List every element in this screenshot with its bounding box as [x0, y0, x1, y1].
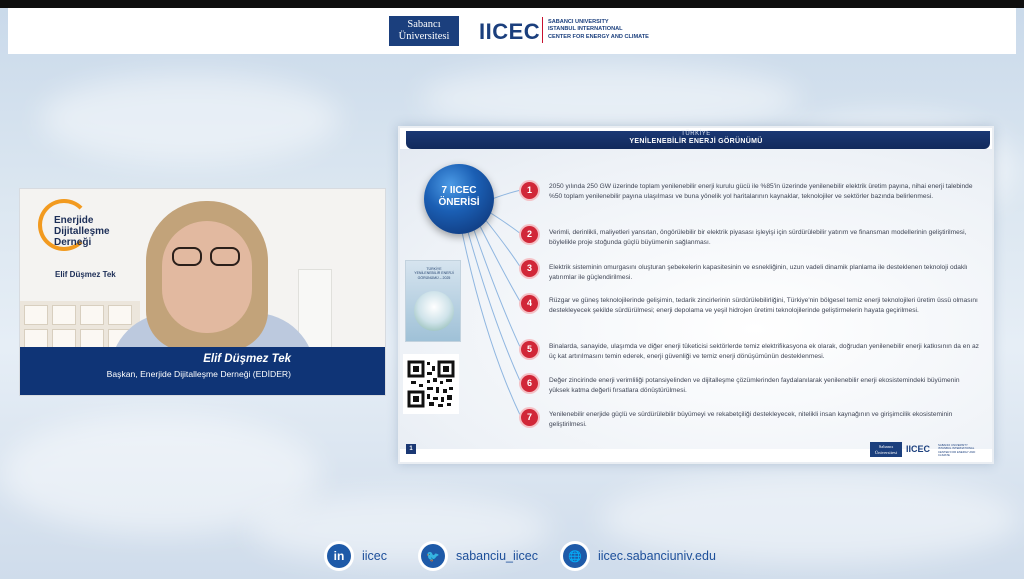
slide-footer-logos: Sabancı Üniversitesi IICEC SABANCI UNIVE…	[870, 442, 985, 458]
recommendation-text: Rüzgar ve güneş teknolojilerinde gelişim…	[549, 297, 978, 314]
slide-iicec-subtitle: SABANCI UNIVERSITY ISTANBUL INTERNATIONA…	[938, 443, 985, 458]
report-cover: TÜRKİYE YENİLENEBİLİR ENERJİ GÖRÜNÜMÜ – …	[405, 260, 461, 342]
slide-sabanci-logo: Sabancı Üniversitesi	[870, 442, 902, 457]
recommendation-text: 2050 yılında 250 GW üzerinde toplam yeni…	[549, 183, 973, 200]
recommendation-number: 6	[521, 375, 538, 392]
speaker-title: Başkan, Enerjide Dijitalleşme Derneği (E…	[106, 369, 291, 379]
slide-iicec-logo: IICEC	[906, 444, 931, 454]
presentation-slide: TÜRKİYE YENİLENEBİLİR ENERJİ GÖRÜNÜMÜ 7 …	[398, 126, 994, 464]
recommendation-number: 7	[521, 409, 538, 426]
speaker-name: Elif Düşmez Tek	[203, 353, 291, 365]
slide-iicec-sub-line: CENTER FOR ENERGY AND CLIMATE	[938, 449, 976, 458]
top-bar	[0, 0, 1024, 8]
logo-divider	[542, 17, 543, 43]
speaker-nameplate: Elif Düşmez Tek Başkan, Enerjide Dijital…	[20, 347, 385, 395]
recommendation-number: 2	[521, 226, 538, 243]
speaker-face	[162, 221, 252, 333]
speaker-video: Enerjide Dijitalleşme Derneği Elif Düşme…	[19, 188, 386, 396]
recommendations-orb: 7 IICEC ÖNERİSİ	[424, 164, 494, 234]
social-website[interactable]: 🌐 iicec.sabanciuniv.edu	[560, 540, 716, 572]
social-label: sabanciu_iicec	[456, 549, 538, 563]
report-title: TÜRKİYE YENİLENEBİLİR ENERJİ GÖRÜNÜMÜ – …	[414, 267, 454, 280]
recommendation-number: 5	[521, 341, 538, 358]
iicec-logo: IICEC	[479, 19, 541, 44]
sabanci-logo: Sabancı Üniversitesi	[389, 16, 459, 46]
recommendation-text: Yenilenebilir enerjide güçlü ve sürdürül…	[549, 411, 953, 428]
social-label: iicec.sabanciuniv.edu	[598, 549, 716, 563]
glasses	[168, 247, 244, 267]
slide-page-number: 1	[406, 444, 416, 454]
iicec-sub-line: SABANCI UNIVERSITY	[548, 19, 609, 25]
twitter-glyph: 🐦	[421, 544, 445, 568]
recommendation-number: 1	[521, 182, 538, 199]
qr-code-icon	[407, 360, 455, 408]
linkedin-glyph: in	[327, 544, 351, 568]
header-banner: Sabancı Üniversitesi IICEC SABANCI UNIVE…	[8, 8, 1016, 54]
recommendation-text: Elektrik sisteminin omurgasını oluşturan…	[549, 264, 968, 281]
social-label: iicec	[362, 549, 388, 563]
edider-name: Enerjide Dijitalleşme Derneği	[54, 215, 110, 248]
camera-name-label: Elif Düşmez Tek	[55, 270, 116, 279]
recommendation-text: Değer zincirinde enerji verimliliği pota…	[549, 377, 960, 394]
recommendation-number: 4	[521, 295, 538, 312]
social-twitter[interactable]: 🐦 sabanciu_iicec	[418, 540, 538, 572]
globe-icon: 🌐	[560, 541, 590, 571]
twitter-icon: 🐦	[418, 541, 448, 571]
recommendation-text: Verimli, derinlikli, maliyetleri yansıta…	[549, 229, 967, 246]
iicec-sub-line: CENTER FOR ENERGY AND CLIMATE	[548, 33, 649, 40]
edider-logo: Enerjide Dijitalleşme Derneği	[38, 199, 148, 269]
report-cover-image	[414, 291, 454, 331]
globe-glyph: 🌐	[563, 544, 587, 568]
linkedin-icon: in	[324, 541, 354, 571]
social-linkedin[interactable]: in iicec	[324, 540, 387, 572]
iicec-subtitle: SABANCI UNIVERSITY ISTANBUL INTERNATIONA…	[548, 19, 649, 41]
recommendation-text: Binalarda, sanayide, ulaşımda ve diğer e…	[549, 343, 979, 360]
iicec-sub-line: ISTANBUL INTERNATIONAL	[548, 26, 623, 33]
recommendation-number: 3	[521, 260, 538, 277]
qr-code	[403, 354, 459, 414]
